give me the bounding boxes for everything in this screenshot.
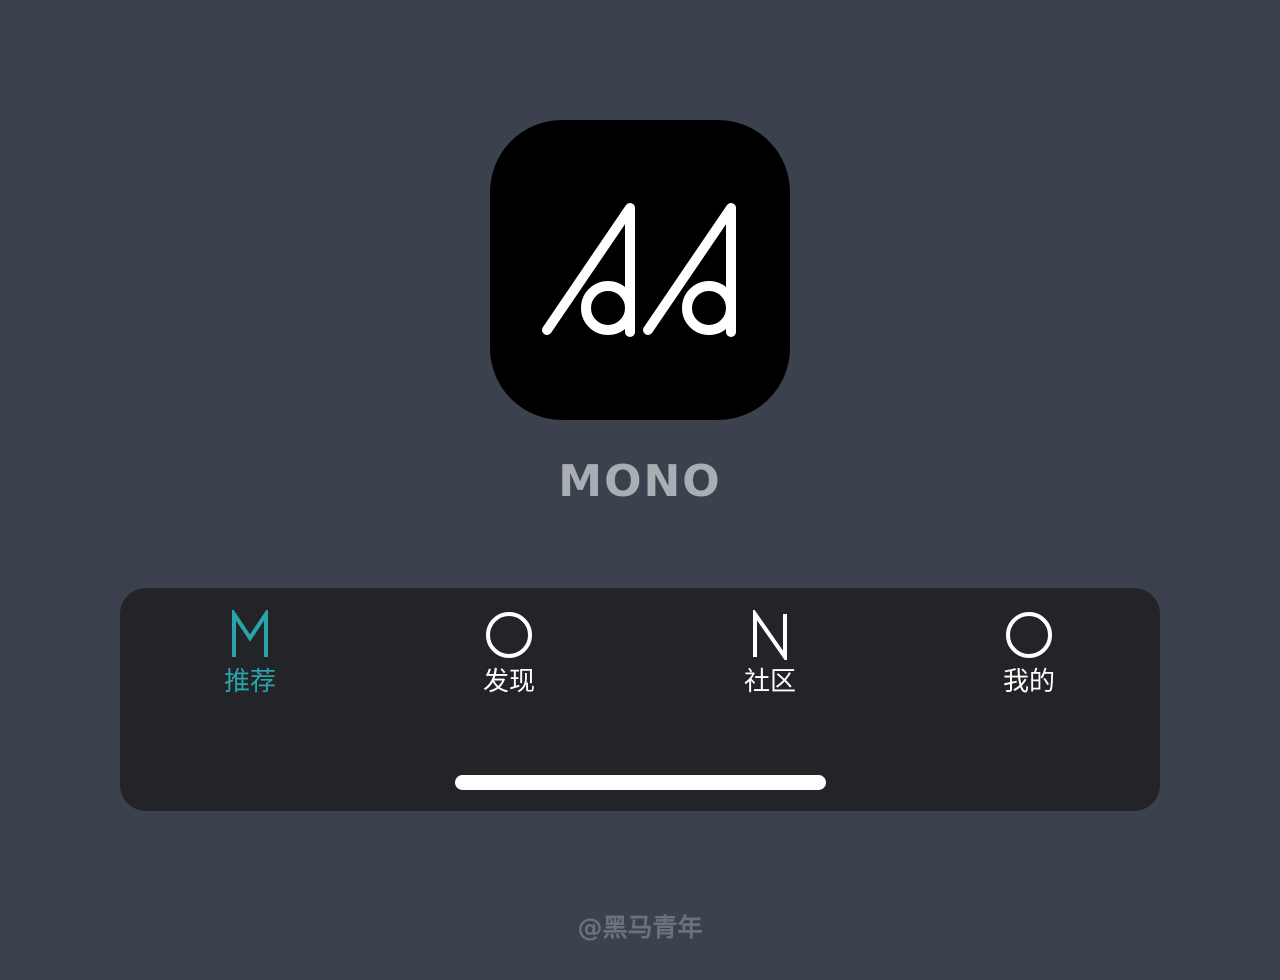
- watermark: @黑马青年: [577, 913, 703, 942]
- tab-bar: 推荐 发现 社区 我的: [120, 588, 1160, 811]
- tab-discover[interactable]: 发现: [429, 606, 589, 706]
- page: MONO 推荐 发现 社区 我的 @黑马青年: [0, 0, 1280, 980]
- app-name: MONO: [558, 456, 722, 507]
- letter-o-icon: [1004, 606, 1054, 664]
- tab-recommend[interactable]: 推荐: [170, 606, 330, 706]
- tab-label: 社区: [743, 667, 796, 697]
- letter-m-icon: [230, 606, 270, 664]
- mono-logo-icon: [542, 203, 736, 337]
- tab-community[interactable]: 社区: [690, 606, 850, 706]
- app-icon[interactable]: [490, 120, 790, 420]
- tab-label: 推荐: [223, 667, 276, 697]
- tab-label: 我的: [1002, 667, 1055, 697]
- tab-mine[interactable]: 我的: [949, 606, 1109, 706]
- letter-n-icon: [750, 606, 790, 664]
- home-indicator[interactable]: [455, 775, 826, 790]
- letter-o-icon: [484, 606, 534, 664]
- tab-label: 发现: [482, 667, 535, 697]
